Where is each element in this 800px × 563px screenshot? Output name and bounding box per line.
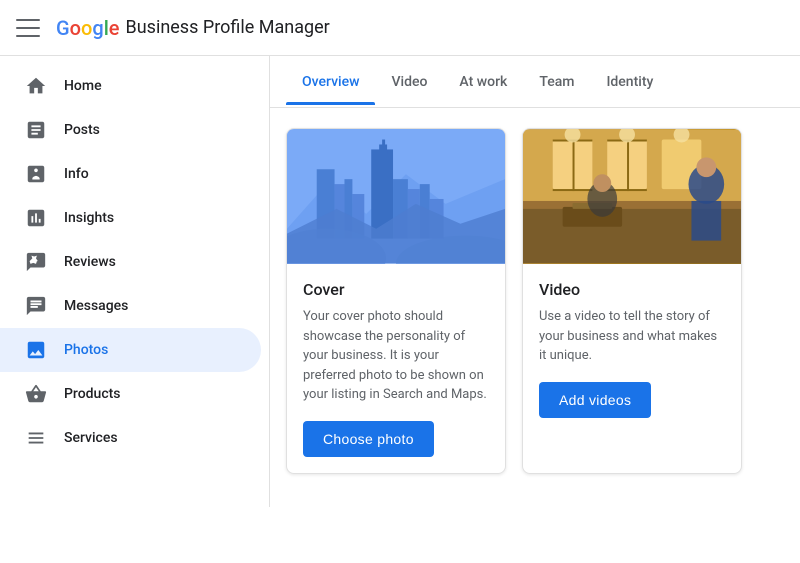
menu-icon[interactable] — [16, 16, 40, 40]
info-icon — [24, 162, 48, 186]
posts-icon — [24, 118, 48, 142]
video-card-image — [523, 129, 741, 264]
tab-overview[interactable]: Overview — [286, 60, 375, 104]
home-icon — [24, 74, 48, 98]
insights-icon — [24, 206, 48, 230]
sidebar-item-photos-label: Photos — [64, 342, 108, 358]
tab-team[interactable]: Team — [523, 60, 590, 104]
sidebar-item-home[interactable]: Home — [0, 64, 261, 108]
app-title: Business Profile Manager — [126, 17, 330, 38]
cover-card-image — [287, 129, 505, 264]
video-card-title: Video — [539, 280, 725, 299]
sidebar-item-photos[interactable]: Photos — [0, 328, 261, 372]
messages-icon — [24, 294, 48, 318]
sidebar-item-insights[interactable]: Insights — [0, 196, 261, 240]
sidebar-item-services[interactable]: Services — [0, 416, 261, 460]
header: Google Business Profile Manager — [0, 0, 800, 56]
cards-area: Cover Your cover photo should showcase t… — [270, 108, 800, 494]
cover-illustration — [287, 129, 505, 264]
choose-photo-button[interactable]: Choose photo — [303, 421, 434, 457]
video-card-body: Video Use a video to tell the story of y… — [523, 264, 741, 434]
main-content: Overview Video At work Team Identity — [270, 56, 800, 507]
sidebar-item-posts-label: Posts — [64, 122, 100, 138]
video-card-desc: Use a video to tell the story of your bu… — [539, 307, 725, 366]
tab-at-work[interactable]: At work — [443, 60, 523, 104]
cover-card-body: Cover Your cover photo should showcase t… — [287, 264, 505, 473]
google-logo: Google — [56, 16, 120, 40]
photos-icon — [24, 338, 48, 362]
sidebar-item-home-label: Home — [64, 78, 102, 94]
sidebar-item-products[interactable]: Products — [0, 372, 261, 416]
tab-identity[interactable]: Identity — [590, 60, 669, 104]
reviews-icon — [24, 250, 48, 274]
sidebar-item-posts[interactable]: Posts — [0, 108, 261, 152]
video-illustration — [523, 129, 741, 264]
video-card: Video Use a video to tell the story of y… — [522, 128, 742, 474]
sidebar-item-info[interactable]: Info — [0, 152, 261, 196]
services-icon — [24, 426, 48, 450]
tabs-bar: Overview Video At work Team Identity — [270, 56, 800, 108]
tab-video[interactable]: Video — [375, 60, 443, 104]
sidebar-item-messages-label: Messages — [64, 298, 128, 314]
sidebar-item-products-label: Products — [64, 386, 121, 402]
main-layout: Home Posts Info Insights — [0, 56, 800, 507]
cover-card-desc: Your cover photo should showcase the per… — [303, 307, 489, 405]
cover-card: Cover Your cover photo should showcase t… — [286, 128, 506, 474]
cover-card-title: Cover — [303, 280, 489, 299]
add-videos-button[interactable]: Add videos — [539, 382, 651, 418]
sidebar-item-info-label: Info — [64, 166, 89, 182]
sidebar-item-reviews-label: Reviews — [64, 254, 116, 270]
sidebar-item-messages[interactable]: Messages — [0, 284, 261, 328]
sidebar-item-reviews[interactable]: Reviews — [0, 240, 261, 284]
products-icon — [24, 382, 48, 406]
sidebar-item-insights-label: Insights — [64, 210, 114, 226]
sidebar-item-services-label: Services — [64, 430, 118, 446]
sidebar: Home Posts Info Insights — [0, 56, 270, 507]
